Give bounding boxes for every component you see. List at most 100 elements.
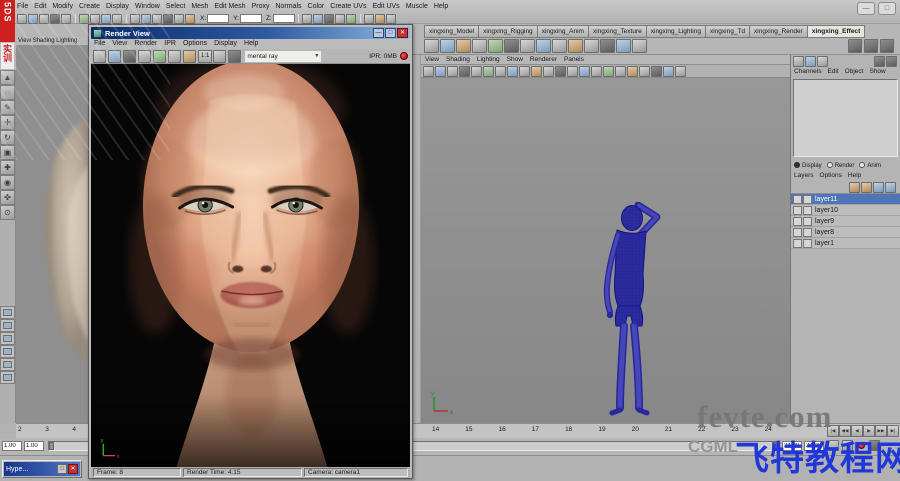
ratio-button[interactable]: 1:1 — [198, 50, 212, 63]
menu-item[interactable]: Mesh — [191, 1, 208, 12]
snap-icon[interactable] — [152, 14, 162, 24]
auto-keyframe-button[interactable] — [858, 442, 865, 449]
render-settings-icon[interactable] — [324, 14, 334, 24]
paint-select-tool-icon[interactable]: ✎ — [0, 100, 15, 115]
menu-item[interactable]: Window — [135, 1, 160, 12]
channel-box-menu-item[interactable]: Object — [845, 67, 864, 77]
viewport-toolbar-icon[interactable] — [627, 66, 638, 77]
menu-item[interactable]: Proxy — [252, 1, 270, 12]
snap-icon[interactable] — [141, 14, 151, 24]
viewport-toolbar-icon[interactable] — [567, 66, 578, 77]
shelf-icon[interactable] — [440, 39, 455, 53]
animation-start-field[interactable] — [2, 441, 22, 451]
character-set-icon[interactable] — [828, 440, 839, 451]
close-button[interactable]: ✕ — [68, 464, 78, 474]
remove-image-icon[interactable] — [183, 50, 196, 63]
menu-item[interactable]: Normals — [275, 1, 301, 12]
status-icon[interactable] — [101, 14, 111, 24]
layer-row[interactable]: layer9 — [791, 216, 900, 227]
refresh-ipr-icon[interactable] — [153, 50, 166, 63]
menu-item[interactable]: Edit Mesh — [214, 1, 245, 12]
playback-options-icon[interactable] — [842, 440, 853, 451]
render-view-menu-item[interactable]: Help — [244, 39, 258, 49]
layer-display-toggle[interactable] — [803, 239, 812, 248]
render-view-menu-item[interactable]: File — [94, 39, 105, 49]
layer-display-toggle[interactable] — [803, 228, 812, 237]
menu-item[interactable]: Create UVs — [330, 1, 366, 12]
layout-four-view-button[interactable] — [0, 319, 15, 332]
viewport-toolbar-icon[interactable] — [603, 66, 614, 77]
menu-item[interactable]: Edit — [34, 1, 46, 12]
minimize-button[interactable]: — — [373, 28, 384, 38]
maximize-button[interactable]: □ — [878, 2, 896, 15]
menu-item[interactable]: Display — [106, 1, 129, 12]
universal-manip-tool-icon[interactable]: ✚ — [0, 160, 15, 175]
x-field[interactable] — [207, 14, 229, 23]
renderer-dropdown[interactable]: mental ray ▼ — [245, 51, 321, 62]
shelf-icon[interactable] — [552, 39, 567, 53]
render-view-menu-item[interactable]: IPR — [164, 39, 176, 49]
layout-single-button[interactable] — [0, 306, 15, 319]
render-view-titlebar[interactable]: Render View — □ ✕ — [91, 27, 410, 39]
layer-mode-radio[interactable]: Display — [794, 162, 822, 169]
status-icon[interactable] — [17, 14, 27, 24]
render-view-menu-item[interactable]: View — [112, 39, 127, 49]
alpha-channel-icon[interactable] — [228, 50, 241, 63]
layer-row[interactable]: layer8 — [791, 227, 900, 238]
shelf-icon[interactable] — [472, 39, 487, 53]
render-view-menu-item[interactable]: Display — [214, 39, 237, 49]
sidebar-icon[interactable] — [886, 56, 897, 67]
playback-start-field[interactable] — [24, 441, 44, 451]
module-tab[interactable]: xingxing_Anim — [537, 25, 588, 38]
viewport-toolbar-icon[interactable] — [483, 66, 494, 77]
menu-item[interactable]: Edit UVs — [372, 1, 399, 12]
range-handle-right[interactable] — [772, 442, 777, 450]
menu-item[interactable]: Select — [166, 1, 185, 12]
menu-item[interactable]: Create — [79, 1, 100, 12]
snapshot-icon[interactable] — [123, 50, 136, 63]
status-icon[interactable] — [386, 14, 396, 24]
viewport-toolbar-icon[interactable] — [459, 66, 470, 77]
viewport-toolbar-icon[interactable] — [615, 66, 626, 77]
render-region-icon[interactable] — [108, 50, 121, 63]
viewport-toolbar-icon[interactable] — [555, 66, 566, 77]
playback-button[interactable]: ▶ — [863, 425, 875, 437]
module-tab[interactable]: xingxing_Rigging — [478, 25, 537, 38]
select-tool-icon[interactable]: ▲ — [0, 70, 15, 85]
playback-button[interactable]: ◀◀ — [839, 425, 851, 437]
viewport-toolbar-icon[interactable] — [543, 66, 554, 77]
shelf-icon[interactable] — [584, 39, 599, 53]
layer-row[interactable]: layer1 — [791, 238, 900, 249]
animation-preferences-icon[interactable] — [869, 440, 880, 451]
layer-visibility-toggle[interactable] — [793, 195, 802, 204]
layer-display-toggle[interactable] — [803, 217, 812, 226]
viewport-toolbar-icon[interactable] — [435, 66, 446, 77]
viewport-menu-item[interactable]: Show — [507, 55, 523, 64]
shelf-icon[interactable] — [504, 39, 519, 53]
z-field[interactable] — [273, 14, 295, 23]
channel-box-menu-item[interactable]: Edit — [827, 67, 838, 77]
layer-editor-menu-item[interactable]: Layers — [794, 171, 814, 181]
ipr-stop-icon[interactable] — [400, 52, 408, 60]
status-icon[interactable] — [61, 14, 71, 24]
playback-button[interactable]: ◀ — [851, 425, 863, 437]
redo-render-icon[interactable] — [93, 50, 106, 63]
shelf-icon[interactable] — [424, 39, 439, 53]
snap-icon[interactable] — [174, 14, 184, 24]
move-tool-icon[interactable]: ✛ — [0, 115, 15, 130]
module-tab[interactable]: xingxing_Texture — [588, 25, 646, 38]
viewport-toolbar-icon[interactable] — [507, 66, 518, 77]
status-icon[interactable] — [39, 14, 49, 24]
status-icon[interactable] — [335, 14, 345, 24]
viewport-toolbar-icon[interactable] — [471, 66, 482, 77]
layer-editor-menu-item[interactable]: Options — [820, 171, 842, 181]
viewport-menu-item[interactable]: Lighting — [477, 55, 500, 64]
status-icon[interactable] — [50, 14, 60, 24]
viewport-menu-item[interactable]: View — [425, 55, 439, 64]
snap-icon[interactable] — [163, 14, 173, 24]
ipr-render-icon[interactable] — [313, 14, 323, 24]
viewport-toolbar-icon[interactable] — [579, 66, 590, 77]
viewport-toolbar-icon[interactable] — [651, 66, 662, 77]
layer-editor-menu-item[interactable]: Help — [848, 171, 861, 181]
layout-persp-outliner-button[interactable] — [0, 345, 15, 358]
